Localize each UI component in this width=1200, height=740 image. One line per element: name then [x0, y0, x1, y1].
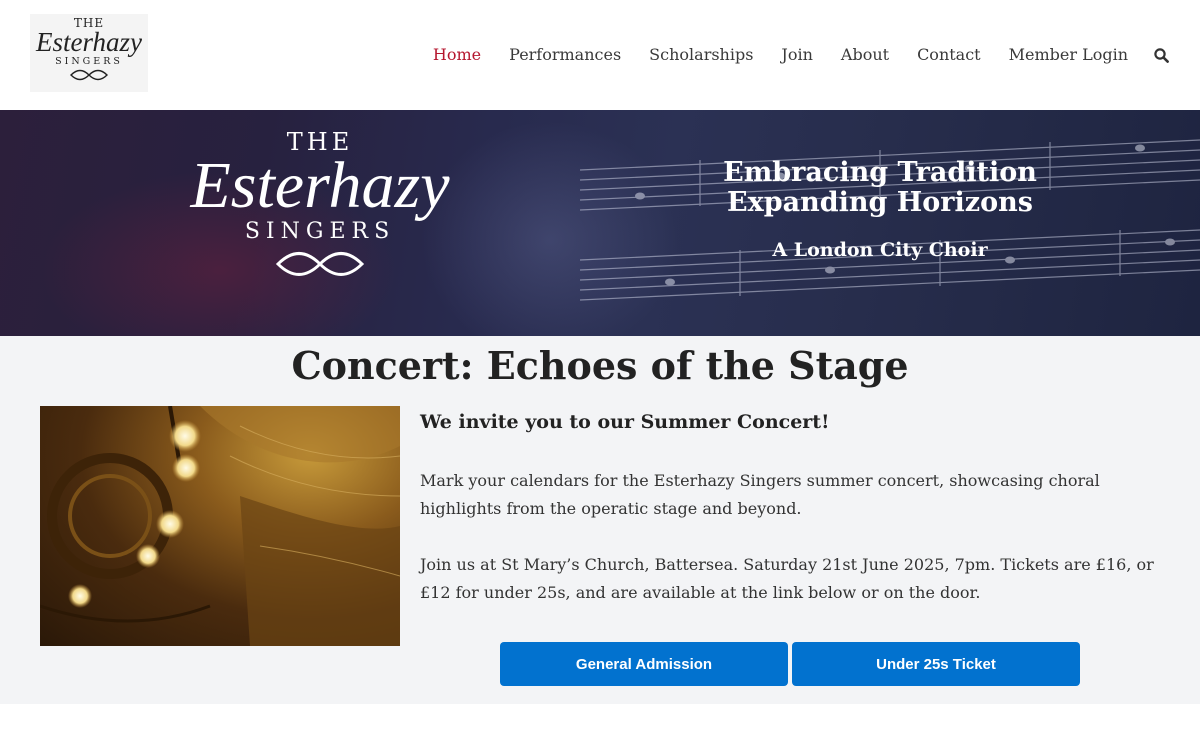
under-25s-ticket-button[interactable]: Under 25s Ticket: [792, 642, 1080, 686]
page-title: Concert: Echoes of the Stage: [291, 343, 909, 388]
nav-scholarships[interactable]: Scholarships: [649, 44, 753, 66]
site-header: THE Esterhazy SINGERS Home Performances …: [0, 0, 1200, 110]
main-nav: Home Performances Scholarships Join Abou…: [405, 44, 1170, 66]
nav-about[interactable]: About: [841, 44, 889, 66]
general-admission-button[interactable]: General Admission: [500, 642, 788, 686]
opera-house-photo: [40, 406, 400, 646]
hero-banner: THE Esterhazy SINGERS Embracing Traditio…: [0, 110, 1200, 336]
banner-flourish-icon: [275, 252, 365, 276]
nav-join[interactable]: Join: [781, 44, 812, 66]
tagline-subtitle: A London City Choir: [772, 239, 988, 261]
banner-logo-singers: SINGERS: [244, 219, 396, 244]
nav-performances[interactable]: Performances: [509, 44, 621, 66]
logo-name: Esterhazy: [36, 27, 142, 57]
concert-invite-heading: We invite you to our Summer Concert!: [420, 411, 830, 433]
concert-section: Concert: Echoes of the Stage We invite y…: [0, 336, 1200, 704]
banner-tagline: Embracing Tradition Expanding Horizons A…: [700, 158, 1060, 262]
logo-singers: SINGERS: [55, 56, 123, 67]
tagline-line1: Embracing Tradition: [723, 157, 1037, 188]
concert-details: We invite you to our Summer Concert! Mar…: [420, 406, 1160, 607]
search-icon[interactable]: [1152, 46, 1170, 64]
logo-flourish-icon: [70, 69, 108, 81]
concert-description: Mark your calendars for the Esterhazy Si…: [420, 471, 1100, 518]
nav-member-login[interactable]: Member Login: [1009, 44, 1128, 66]
banner-logo-name: Esterhazy: [190, 149, 450, 222]
ticket-buttons: General Admission Under 25s Ticket: [500, 642, 1080, 686]
concert-venue-info: Join us at St Mary’s Church, Battersea. …: [420, 555, 1154, 602]
nav-home[interactable]: Home: [433, 44, 481, 66]
nav-contact[interactable]: Contact: [917, 44, 981, 66]
site-logo[interactable]: THE Esterhazy SINGERS: [30, 14, 148, 92]
tagline-line2: Expanding Horizons: [727, 187, 1033, 218]
banner-logo: THE Esterhazy SINGERS: [170, 128, 470, 280]
